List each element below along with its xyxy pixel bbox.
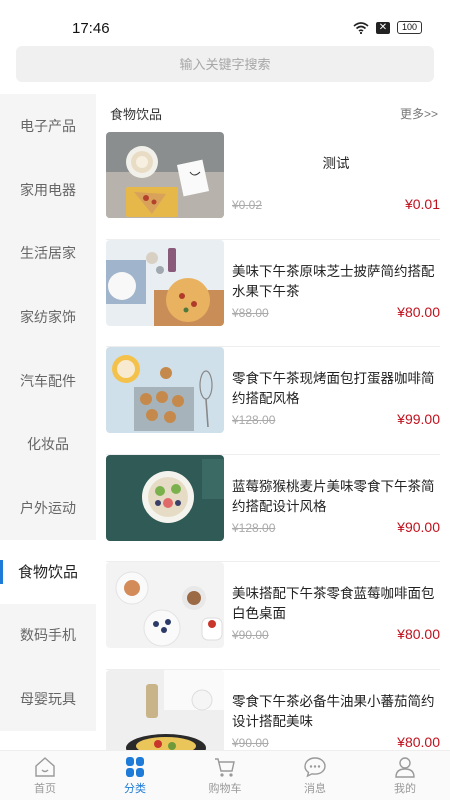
product-name: 美味搭配下午茶零食蓝莓咖啡面包白色桌面 [232, 586, 435, 621]
product-image [106, 562, 224, 648]
tab-category-label: 分类 [124, 782, 146, 795]
tab-home[interactable]: 首页 [0, 751, 90, 800]
sidebar-item-cosmetics[interactable]: 化妆品 [0, 412, 96, 476]
category-title: 食物饮品 [110, 106, 163, 122]
tab-cart-label: 购物车 [208, 782, 242, 795]
product-item[interactable]: 美味搭配下午茶零食蓝莓咖啡面包白色桌面 ¥90.00 ¥80.00 [106, 562, 440, 670]
product-item[interactable]: 测试 ¥0.02 ¥0.01 [106, 132, 440, 240]
sidebar-item-baby-toys[interactable]: 母婴玩具 [0, 667, 96, 731]
product-price: ¥80.00 [397, 733, 440, 750]
status-time: 17:46 [72, 20, 110, 37]
bottom-tab-bar: 首页 分类 购物车 消息 我的 [0, 750, 450, 800]
product-list-panel: 食物饮品 更多>> 测试 ¥0.02 ¥0.01 美味下午茶原味芝士披萨简约搭配… [96, 94, 450, 750]
status-icons: ✕ 100 [353, 21, 422, 34]
product-original-price: ¥90.00 [232, 628, 269, 642]
more-link[interactable]: 更多>> [400, 105, 438, 122]
tab-cart[interactable]: 购物车 [180, 751, 270, 800]
wifi-icon [353, 21, 369, 34]
product-image [106, 347, 224, 433]
category-sidebar: 电子产品 家用电器 生活居家 家纺家饰 汽车配件 化妆品 户外运动 食物饮品 数… [0, 94, 96, 731]
product-name: 蓝莓猕猴桃麦片美味零食下午茶简约搭配设计风格 [232, 478, 435, 514]
product-image [106, 454, 224, 541]
profile-icon [395, 756, 415, 778]
product-original-price: ¥88.00 [232, 305, 269, 320]
battery-icon: 100 [397, 21, 422, 34]
tab-home-label: 首页 [34, 782, 56, 795]
sidebar-item-outdoor[interactable]: 户外运动 [0, 476, 96, 540]
sidebar-item-phones[interactable]: 数码手机 [0, 604, 96, 668]
message-icon [304, 756, 326, 777]
product-item[interactable]: 零食下午茶现烤面包打蛋器咖啡简约搭配风格 ¥128.00 ¥99.00 [106, 347, 440, 455]
status-bar: 17:46 ✕ 100 [0, 0, 450, 40]
tab-messages[interactable]: 消息 [270, 751, 360, 800]
product-item[interactable]: 蓝莓猕猴桃麦片美味零食下午茶简约搭配设计风格 ¥128.00 ¥90.00 [106, 454, 440, 562]
product-original-price: ¥128.00 [232, 413, 276, 427]
sim-status-icon: ✕ [376, 21, 390, 34]
sidebar-item-food-drinks[interactable]: 食物饮品 [0, 539, 96, 604]
cart-icon [215, 757, 235, 777]
sidebar-item-car-parts[interactable]: 汽车配件 [0, 349, 96, 413]
product-name: 美味下午茶原味芝士披萨简约搭配水果下午茶 [232, 263, 435, 299]
product-price: ¥80.00 [397, 626, 440, 642]
tab-messages-label: 消息 [304, 782, 326, 795]
product-price: ¥0.01 [404, 196, 440, 212]
product-price: ¥90.00 [397, 518, 440, 535]
sidebar-item-appliances[interactable]: 家用电器 [0, 158, 96, 222]
product-price: ¥80.00 [397, 303, 440, 320]
search-bar[interactable] [16, 46, 434, 82]
product-item[interactable]: 零食下午茶必备牛油果小蕃茄简约设计搭配美味 ¥90.00 ¥80.00 [106, 669, 440, 750]
category-icon [126, 756, 144, 777]
tab-profile[interactable]: 我的 [360, 751, 450, 800]
product-original-price: ¥90.00 [232, 735, 269, 750]
product-image [106, 239, 224, 326]
tab-category[interactable]: 分类 [90, 751, 180, 800]
product-price: ¥99.00 [397, 411, 440, 427]
product-image [106, 669, 224, 750]
category-header: 食物饮品 更多>> [96, 94, 450, 132]
sidebar-item-electronics[interactable]: 电子产品 [0, 94, 96, 158]
product-original-price: ¥0.02 [232, 198, 263, 212]
sidebar-item-home-textiles[interactable]: 家纺家饰 [0, 285, 96, 349]
product-name: 零食下午茶现烤面包打蛋器咖啡简约搭配风格 [232, 371, 435, 406]
product-item[interactable]: 美味下午茶原味芝士披萨简约搭配水果下午茶 ¥88.00 ¥80.00 [106, 239, 440, 347]
search-input[interactable] [16, 46, 434, 82]
product-name: 零食下午茶必备牛油果小蕃茄简约设计搭配美味 [232, 693, 435, 729]
product-image [106, 132, 224, 218]
product-name: 测试 [322, 156, 350, 171]
home-icon [35, 756, 55, 777]
sidebar-item-home-living[interactable]: 生活居家 [0, 221, 96, 285]
product-original-price: ¥128.00 [232, 520, 276, 535]
tab-profile-label: 我的 [394, 782, 416, 795]
